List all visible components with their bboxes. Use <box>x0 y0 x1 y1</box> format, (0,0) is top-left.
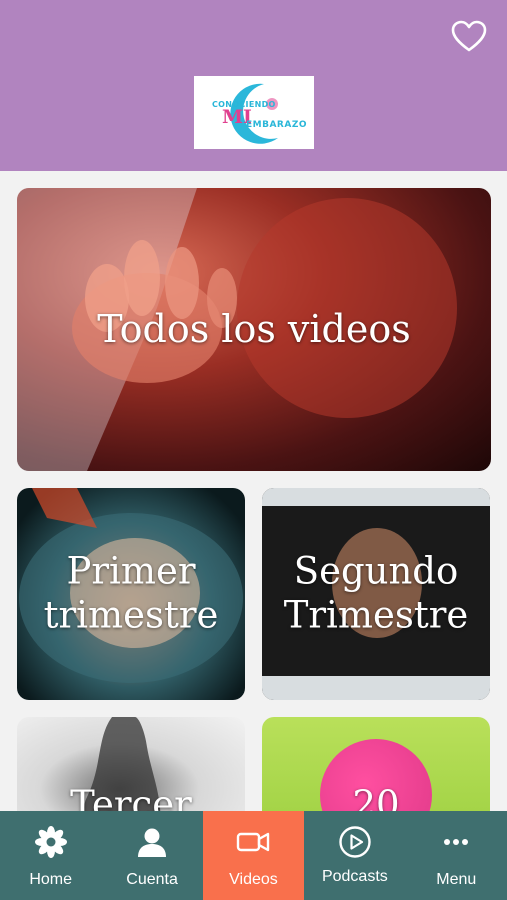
all-videos-card[interactable]: Todos los videos <box>17 188 491 471</box>
nav-podcasts[interactable]: Podcasts <box>304 811 405 900</box>
favorite-heart-icon[interactable] <box>450 18 488 56</box>
video-camera-icon <box>237 832 270 852</box>
more-dots-icon <box>444 839 469 845</box>
nav-home[interactable]: Home <box>0 811 101 900</box>
nav-label-menu: Menu <box>436 871 477 888</box>
nav-videos[interactable]: Videos <box>202 811 305 900</box>
first-trimester-card[interactable]: Primer trimestre <box>17 488 245 700</box>
all-videos-title: Todos los videos <box>97 306 411 351</box>
nav-label-cuenta: Cuenta <box>126 871 178 888</box>
logo-line-3: EMBARAZO <box>246 120 308 130</box>
first-trimester-title: Primer trimestre <box>43 549 219 637</box>
second-trimester-title: Segundo Trimestre <box>283 549 469 637</box>
nav-cuenta[interactable]: Cuenta <box>101 811 202 900</box>
second-trimester-card[interactable]: Segundo Trimestre <box>262 488 490 700</box>
logo-crescent-icon <box>230 83 278 144</box>
app-header: CONOCIENDO MI EMBARAZO <box>0 0 507 171</box>
app-logo: CONOCIENDO MI EMBARAZO <box>194 76 314 149</box>
play-circle-icon <box>339 826 371 858</box>
nav-label-home: Home <box>29 871 73 888</box>
nav-label-podcasts: Podcasts <box>321 868 388 885</box>
user-icon <box>138 828 167 857</box>
nav-label-videos: Videos <box>229 871 278 888</box>
nav-menu[interactable]: Menu <box>406 811 507 900</box>
bottom-navigation: Home Cuenta Videos Podcasts Menu <box>0 811 507 900</box>
flower-icon <box>34 826 67 858</box>
